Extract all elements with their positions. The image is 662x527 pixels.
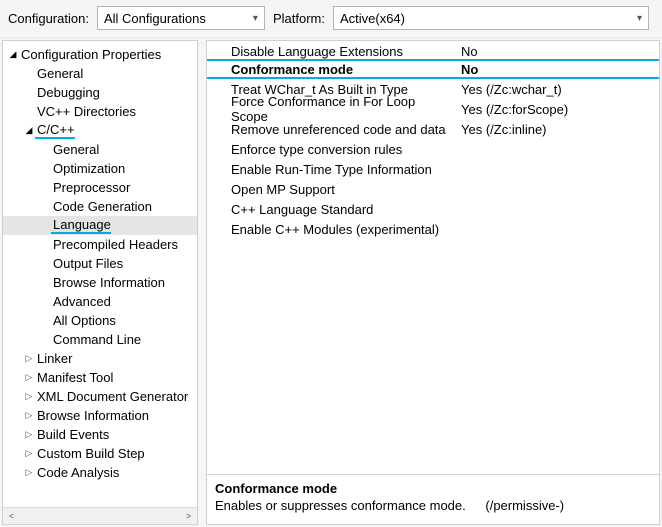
tree-node-linker[interactable]: ▷Linker bbox=[3, 349, 197, 368]
tree-node-xmldoc[interactable]: ▷XML Document Generator bbox=[3, 387, 197, 406]
property-row[interactable]: C++ Language Standard bbox=[207, 199, 659, 219]
chevron-down-icon: ▾ bbox=[253, 13, 258, 24]
expander-icon[interactable]: ▷ bbox=[23, 391, 35, 402]
tree-node-c-output[interactable]: Output Files bbox=[3, 254, 197, 273]
tree: ◢ Configuration Properties General Debug… bbox=[3, 45, 197, 507]
tree-node-c-browse[interactable]: Browse Information bbox=[3, 273, 197, 292]
tree-node-general[interactable]: General bbox=[3, 64, 197, 83]
description-panel: Conformance mode Enables or suppresses c… bbox=[206, 475, 660, 525]
expander-icon[interactable]: ▷ bbox=[23, 429, 35, 440]
tree-node-config-properties[interactable]: ◢ Configuration Properties bbox=[3, 45, 197, 64]
tree-node-c-cmd[interactable]: Command Line bbox=[3, 330, 197, 349]
tree-node-cbstep[interactable]: ▷Custom Build Step bbox=[3, 444, 197, 463]
tree-node-manifest[interactable]: ▷Manifest Tool bbox=[3, 368, 197, 387]
expander-icon[interactable]: ◢ bbox=[23, 125, 35, 136]
expander-icon[interactable]: ▷ bbox=[23, 372, 35, 383]
description-body: Enables or suppresses conformance mode. … bbox=[215, 498, 651, 513]
expander-icon[interactable]: ▷ bbox=[23, 410, 35, 421]
description-title: Conformance mode bbox=[215, 481, 651, 496]
expander-icon[interactable]: ▷ bbox=[23, 467, 35, 478]
right-pane: Disable Language Extensions No Conforman… bbox=[206, 40, 660, 525]
chevron-down-icon: ▾ bbox=[637, 13, 642, 24]
property-grid: Disable Language Extensions No Conforman… bbox=[206, 40, 660, 475]
configuration-dropdown[interactable]: All Configurations ▾ bbox=[97, 6, 265, 30]
tree-node-buildev[interactable]: ▷Build Events bbox=[3, 425, 197, 444]
property-row[interactable]: Open MP Support bbox=[207, 179, 659, 199]
tree-node-ccpp[interactable]: ◢C/C++ bbox=[3, 121, 197, 140]
expander-icon[interactable]: ▷ bbox=[23, 353, 35, 364]
property-row[interactable]: Enable C++ Modules (experimental) bbox=[207, 219, 659, 239]
tree-node-c-general[interactable]: General bbox=[3, 140, 197, 159]
expander-icon[interactable]: ▷ bbox=[23, 448, 35, 459]
tree-node-debugging[interactable]: Debugging bbox=[3, 83, 197, 102]
configuration-label: Configuration: bbox=[8, 11, 89, 26]
tree-node-c-preprocessor[interactable]: Preprocessor bbox=[3, 178, 197, 197]
property-row[interactable]: Enable Run-Time Type Information bbox=[207, 159, 659, 179]
scroll-left-icon[interactable]: < bbox=[3, 508, 20, 525]
topbar: Configuration: All Configurations ▾ Plat… bbox=[0, 0, 662, 37]
scroll-right-icon[interactable]: > bbox=[180, 508, 197, 525]
tree-node-vcdirs[interactable]: VC++ Directories bbox=[3, 102, 197, 121]
tree-node-codean[interactable]: ▷Code Analysis bbox=[3, 463, 197, 482]
platform-dropdown[interactable]: Active(x64) ▾ bbox=[333, 6, 649, 30]
platform-label: Platform: bbox=[273, 11, 325, 26]
main-split: ◢ Configuration Properties General Debug… bbox=[0, 37, 662, 527]
tree-node-c-advanced[interactable]: Advanced bbox=[3, 292, 197, 311]
property-row-selected[interactable]: Conformance mode No bbox=[207, 59, 659, 79]
configuration-value: All Configurations bbox=[104, 11, 249, 26]
tree-node-c-codegen[interactable]: Code Generation bbox=[3, 197, 197, 216]
expander-icon[interactable]: ◢ bbox=[7, 49, 19, 60]
property-row[interactable]: Force Conformance in For Loop Scope Yes … bbox=[207, 99, 659, 119]
property-row[interactable]: Remove unreferenced code and data Yes (/… bbox=[207, 119, 659, 139]
property-row[interactable]: Disable Language Extensions No bbox=[207, 41, 659, 61]
property-row[interactable]: Enforce type conversion rules bbox=[207, 139, 659, 159]
platform-value: Active(x64) bbox=[340, 11, 633, 26]
tree-node-browse[interactable]: ▷Browse Information bbox=[3, 406, 197, 425]
horizontal-scrollbar[interactable]: < > bbox=[3, 507, 197, 524]
tree-pane: ◢ Configuration Properties General Debug… bbox=[2, 40, 198, 525]
tree-node-c-pch[interactable]: Precompiled Headers bbox=[3, 235, 197, 254]
tree-node-c-all[interactable]: All Options bbox=[3, 311, 197, 330]
tree-node-c-optimization[interactable]: Optimization bbox=[3, 159, 197, 178]
tree-node-c-language[interactable]: Language bbox=[3, 216, 197, 235]
